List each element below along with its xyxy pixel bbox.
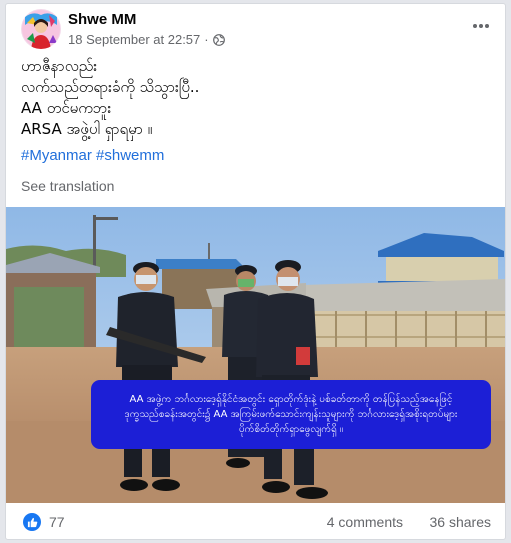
author-name[interactable]: Shwe MM bbox=[68, 11, 136, 28]
author-avatar[interactable] bbox=[21, 9, 61, 49]
more-options-icon[interactable] bbox=[471, 16, 491, 36]
caption-line: ပိုက်စိတ်တိုက်ရှာဖွေလျက်ရှိ ။ bbox=[238, 424, 344, 435]
post-text-line: ARSA အဖွဲ့ပါ ရှာရမှာ ။ bbox=[21, 120, 153, 138]
thumbs-up-icon[interactable] bbox=[23, 513, 41, 531]
post-card: Shwe MM 18 September at 22:57 · ဟာဇီနာလည… bbox=[5, 3, 506, 540]
post-timestamp[interactable]: 18 September at 22:57 bbox=[68, 32, 200, 47]
post-footer: 77 4 comments 36 shares bbox=[6, 503, 505, 539]
post-meta: 18 September at 22:57 · bbox=[68, 32, 225, 47]
hashtag-myanmar[interactable]: #Myanmar bbox=[21, 147, 92, 164]
post-text-line: AA တင်မကဘူး bbox=[21, 99, 112, 117]
hashtag-shwemm[interactable]: #shwemm bbox=[96, 147, 164, 164]
post-photo[interactable]: AA အဖွဲ့က ဘင်္ဂလားဒေ့ရှ်နိုင်ငံအတွင်း ရှ… bbox=[6, 207, 505, 503]
post-text-line: ဟာဇီနာလည်း bbox=[21, 57, 98, 75]
see-translation-link[interactable]: See translation bbox=[21, 178, 114, 194]
reaction-count[interactable]: 77 bbox=[49, 514, 65, 530]
comments-count-link[interactable]: 4 comments bbox=[327, 514, 403, 530]
caption-line: ဒုက္ခသည်စခန်းအတွင်း၌ AA အကြမ်းဖက်သောင်းက… bbox=[124, 409, 458, 420]
photo-caption-banner: AA အဖွဲ့က ဘင်္ဂလားဒေ့ရှ်နိုင်ငံအတွင်း ရှ… bbox=[91, 380, 491, 449]
shares-count-link[interactable]: 36 shares bbox=[430, 514, 491, 530]
post-text-line: လက်သည်တရားခံကို သိသွားပြီ.. bbox=[21, 78, 200, 96]
meta-separator: · bbox=[204, 32, 209, 47]
hashtags: #Myanmar #shwemm bbox=[21, 147, 164, 164]
post-text: ဟာဇီနာလည်း လက်သည်တရားခံကို သိသွားပြီ.. A… bbox=[21, 56, 491, 140]
globe-icon[interactable] bbox=[212, 33, 225, 46]
caption-line: AA အဖွဲ့က ဘင်္ဂလားဒေ့ရှ်နိုင်ငံအတွင်း ရှ… bbox=[129, 394, 453, 405]
